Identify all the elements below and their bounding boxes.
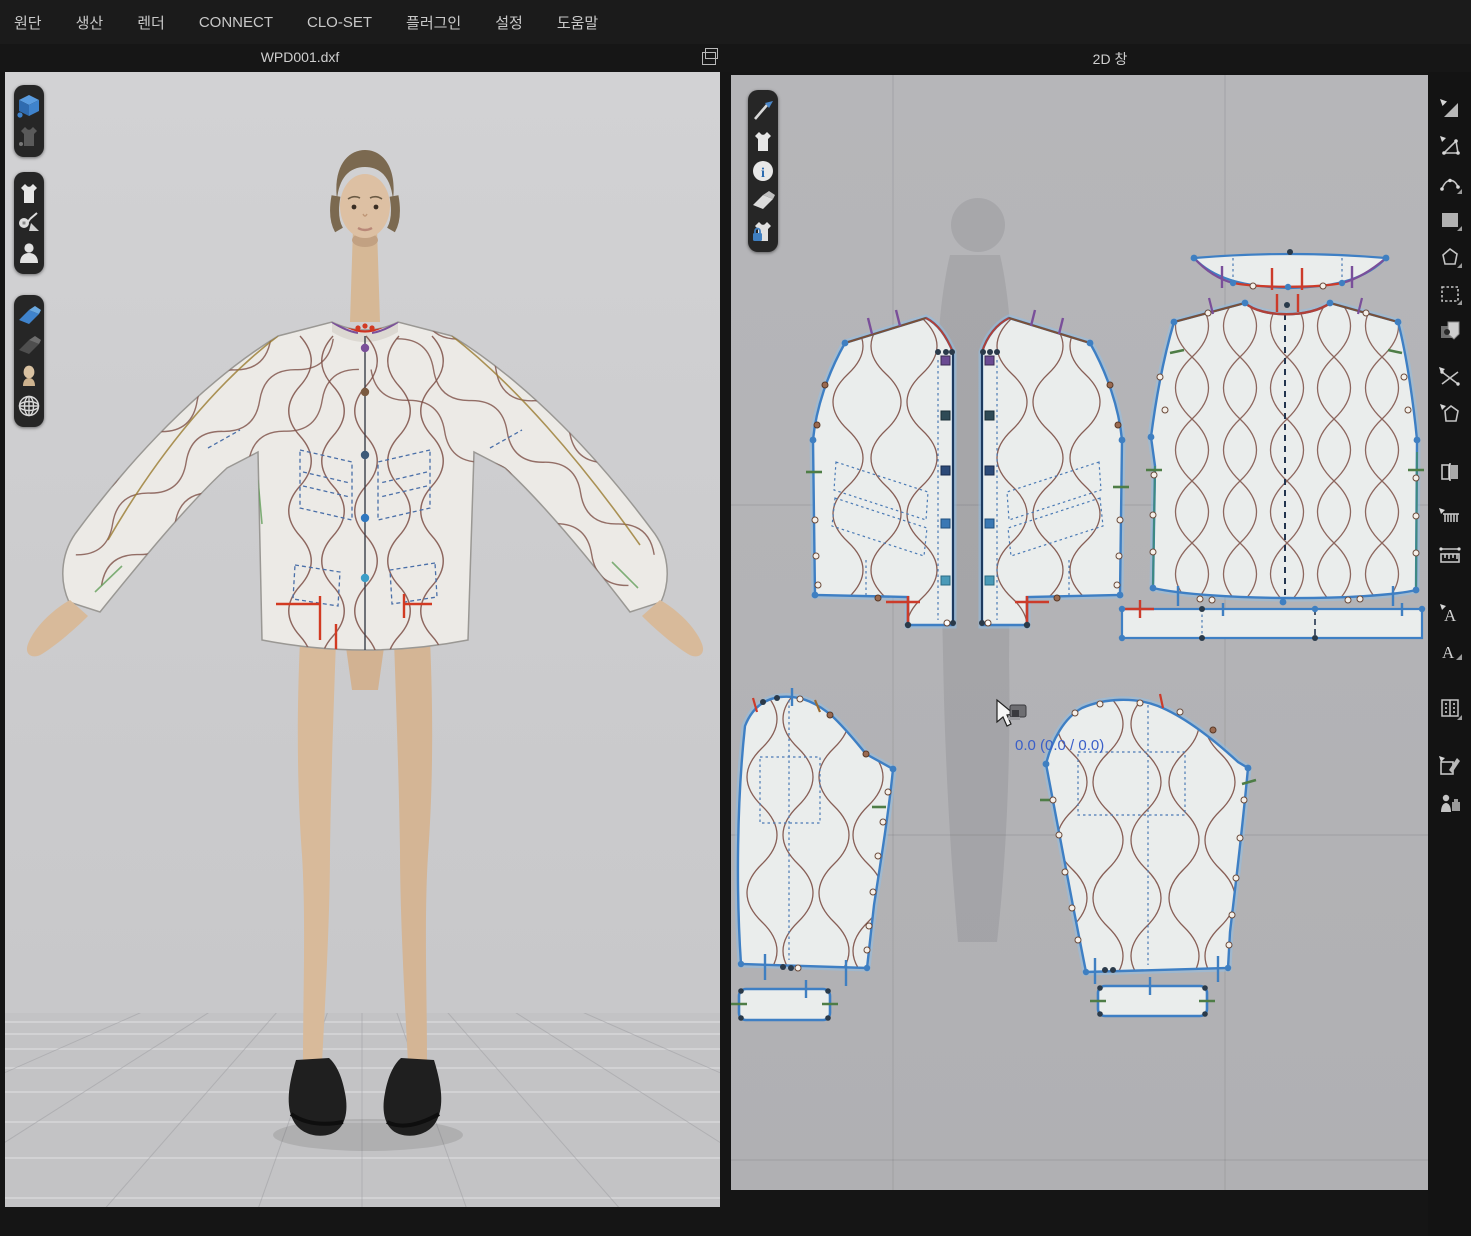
pattern-piece-cuff-right[interactable] (1090, 977, 1215, 1017)
lock-garment-icon[interactable] (748, 216, 778, 246)
svg-text:i: i (761, 166, 765, 181)
menu-help[interactable]: 도움말 (557, 12, 598, 33)
menu-production[interactable]: 생산 (76, 12, 104, 33)
menu-bar: 원단 생산 렌더 CONNECT CLO-SET 플러그인 설정 도움말 (0, 0, 1471, 44)
coordinate-readout: 0.0 (0.0 / 0.0) (1015, 737, 1104, 754)
viewport-3d[interactable] (5, 72, 720, 1207)
simulation-cube-icon[interactable] (14, 91, 44, 121)
garment-2d-icon[interactable] (748, 126, 778, 156)
annotation-text-icon[interactable]: A (1435, 635, 1465, 665)
menu-clo-set[interactable]: CLO-SET (307, 14, 372, 31)
restore-window-icon[interactable] (702, 52, 716, 65)
menu-connect[interactable]: CONNECT (199, 14, 273, 31)
view3d-title: WPD001.dxf (5, 49, 595, 65)
avatar-head (335, 150, 396, 322)
avatar-legs (298, 640, 432, 1062)
trace-pattern-icon[interactable] (1435, 279, 1465, 309)
pattern-piece-hem-band[interactable] (1119, 600, 1425, 641)
globe-icon[interactable] (14, 391, 44, 421)
create-polygon-icon[interactable] (1435, 242, 1465, 272)
fabric-dark-icon[interactable] (14, 331, 44, 361)
pattern-piece-front-right[interactable] (979, 310, 1129, 654)
pattern-piece-collar[interactable] (1191, 249, 1390, 290)
menu-fabric[interactable]: 원단 (14, 12, 42, 33)
fabric-blue-icon[interactable] (14, 301, 44, 331)
avatar-3d[interactable] (27, 150, 703, 1136)
transform-pattern-icon[interactable] (1435, 94, 1465, 124)
edit-pattern-icon[interactable] (1435, 131, 1465, 161)
cut-sew-icon[interactable] (1435, 362, 1465, 392)
edit-seam-icon[interactable] (1435, 751, 1465, 781)
toolbar-3d-garment (14, 172, 44, 274)
pen-tool-icon[interactable] (748, 96, 778, 126)
toolbar-3d-view (14, 85, 44, 157)
menu-render[interactable]: 렌더 (137, 12, 165, 33)
avatar-jacket[interactable] (27, 300, 703, 686)
pattern-outline-icon[interactable] (1435, 399, 1465, 429)
edit-curvature-icon[interactable] (1435, 168, 1465, 198)
garment-white-icon[interactable] (14, 178, 44, 208)
create-rectangle-icon[interactable] (1435, 205, 1465, 235)
menu-settings[interactable]: 설정 (495, 12, 523, 33)
pattern-piece-cuff-left[interactable] (731, 980, 838, 1021)
seam-allowance-icon[interactable] (1435, 316, 1465, 346)
toolbar-2d: i (748, 90, 778, 252)
avatar-person-icon[interactable] (14, 238, 44, 268)
grading-icon[interactable] (1435, 693, 1465, 723)
garment-dark-icon[interactable] (14, 121, 44, 151)
fit-avatar-icon[interactable] (1435, 788, 1465, 818)
fabric-2d-icon[interactable] (748, 186, 778, 216)
svg-text:A: A (1444, 606, 1457, 625)
pattern-piece-front-left[interactable] (806, 310, 956, 654)
info-circle-icon[interactable]: i (748, 156, 778, 186)
menu-plugin[interactable]: 플러그인 (406, 12, 461, 33)
notch-icon[interactable] (1435, 503, 1465, 533)
app-window: 원단 생산 렌더 CONNECT CLO-SET 플러그인 설정 도움말 WPD… (0, 0, 1471, 1236)
sewing-tools-icon[interactable] (14, 208, 44, 238)
svg-text:A: A (1442, 643, 1455, 662)
pattern-canvas: 0.0 (0.0 / 0.0) (731, 75, 1428, 1190)
fold-arrangement-icon[interactable] (1435, 457, 1465, 487)
text-tool-icon[interactable]: A (1435, 598, 1465, 628)
ruler-icon[interactable] (1435, 540, 1465, 570)
toolbar-right: A A (1428, 72, 1471, 1236)
pattern-piece-sleeve-left[interactable] (738, 688, 897, 986)
viewport-2d[interactable]: 0.0 (0.0 / 0.0) i (731, 75, 1428, 1190)
view2d-title: 2D 창 (760, 49, 1460, 69)
toolbar-3d-display (14, 295, 44, 427)
scene-3d (5, 72, 720, 1207)
mannequin-head-icon[interactable] (14, 361, 44, 391)
floor-grid (5, 915, 720, 1207)
panel-title-bar: WPD001.dxf 2D 창 (0, 44, 1471, 72)
